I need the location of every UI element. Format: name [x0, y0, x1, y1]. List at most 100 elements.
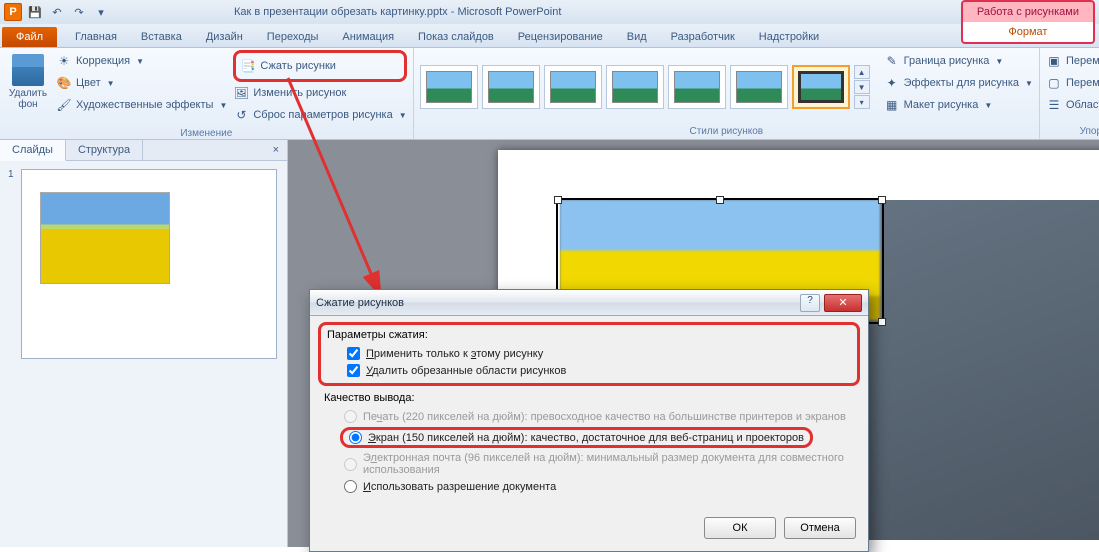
gallery-up-icon[interactable]: ▲: [854, 65, 870, 79]
color-button[interactable]: 🎨Цвет▼: [56, 72, 227, 94]
chevron-down-icon: ▼: [995, 57, 1003, 66]
tab-file[interactable]: Файл: [2, 27, 57, 47]
border-icon: ✎: [884, 53, 900, 69]
change-picture-button[interactable]: 🖼Изменить рисунок: [233, 82, 406, 104]
bring-forward-button[interactable]: ▣Переместить вперед: [1046, 50, 1099, 72]
artistic-effects-button[interactable]: 🖌Художественные эффекты▼: [56, 94, 227, 116]
effects-label: Эффекты для рисунка: [904, 77, 1019, 89]
save-icon[interactable]: 💾: [26, 3, 44, 21]
tab-review[interactable]: Рецензирование: [506, 27, 615, 47]
ribbon: Удалить фон ☀Коррекция▼ 🎨Цвет▼ 🖌Художест…: [0, 48, 1099, 140]
delete-cropped-checkbox[interactable]: Удалить обрезанные области рисунков: [327, 362, 851, 379]
chevron-down-icon: ▼: [107, 79, 115, 88]
dialog-titlebar[interactable]: Сжатие рисунков ? ✕: [310, 290, 868, 316]
send-backward-button[interactable]: ▢ Переместить назад: [1046, 72, 1099, 94]
layout-icon: ▦: [884, 97, 900, 113]
gallery-more-icon[interactable]: ▾: [854, 95, 870, 109]
checkbox[interactable]: [347, 364, 360, 377]
radio: [344, 458, 357, 471]
quality-screen-radio[interactable]: [349, 431, 362, 444]
thumbs-area: 1: [0, 161, 287, 547]
tab-slideshow[interactable]: Показ слайдов: [406, 27, 506, 47]
style-item[interactable]: [544, 65, 602, 109]
picture-layout-button[interactable]: ▦Макет рисунка▼: [884, 94, 1033, 116]
quality-print: Печать (220 пикселей на дюйм): превосход…: [324, 408, 854, 425]
tab-home[interactable]: Главная: [63, 27, 129, 47]
close-panel-icon[interactable]: ×: [265, 140, 287, 160]
group-arrange: ▣Переместить вперед ▢ Переместить назад ☰…: [1040, 48, 1099, 139]
selection-label: Область выделения: [1066, 99, 1099, 111]
tab-transitions[interactable]: Переходы: [255, 27, 331, 47]
window-title: Как в презентации обрезать картинку.pptx…: [234, 6, 561, 18]
remove-bg-icon: [12, 54, 44, 86]
border-label: Граница рисунка: [904, 55, 990, 67]
dialog-body: Параметры сжатия: Применить только к это…: [310, 316, 868, 509]
gallery-nav: ▲ ▼ ▾: [854, 65, 870, 109]
close-button[interactable]: ✕: [824, 294, 862, 312]
compress-highlight: 📑Сжать рисунки: [233, 50, 406, 82]
chevron-down-icon: ▼: [984, 101, 992, 110]
style-item[interactable]: [482, 65, 540, 109]
tab-animations[interactable]: Анимация: [330, 27, 406, 47]
qat-more-icon[interactable]: ▾: [92, 3, 110, 21]
style-item[interactable]: [730, 65, 788, 109]
thumb-image: [40, 192, 170, 284]
crop-handle[interactable]: [878, 318, 886, 326]
crop-handle[interactable]: [716, 196, 724, 204]
quality-screen-label[interactable]: Экран (150 пикселей на дюйм): качество, …: [368, 432, 804, 444]
tab-slides[interactable]: Слайды: [0, 140, 66, 161]
slides-panel: Слайды Структура × 1: [0, 140, 288, 547]
apply-only-checkbox[interactable]: Применить только к этому рисунку: [327, 345, 851, 362]
quality-email: Электронная почта (96 пикселей на дюйм):…: [324, 450, 854, 478]
corrections-button[interactable]: ☀Коррекция▼: [56, 50, 227, 72]
gallery-down-icon[interactable]: ▼: [854, 80, 870, 94]
style-item[interactable]: [668, 65, 726, 109]
dialog-buttons: ОК Отмена: [310, 509, 868, 551]
section-params: Параметры сжатия:: [327, 329, 851, 341]
style-item-selected[interactable]: [792, 65, 850, 109]
forward-icon: ▣: [1046, 53, 1062, 69]
compress-dialog: Сжатие рисунков ? ✕ Параметры сжатия: Пр…: [309, 289, 869, 552]
picture-border-button[interactable]: ✎ Граница рисунка ▼: [884, 50, 1033, 72]
tab-design[interactable]: Дизайн: [194, 27, 255, 47]
tab-insert[interactable]: Вставка: [129, 27, 194, 47]
chevron-down-icon: ▼: [219, 101, 227, 110]
group-styles: ▲ ▼ ▾ ✎ Граница рисунка ▼ ✦ Эффекты для рис…: [414, 48, 1040, 139]
artistic-label: Художественные эффекты: [76, 99, 213, 111]
context-title: Работа с рисунками: [961, 0, 1095, 22]
slide-number: 1: [8, 169, 14, 180]
backward-icon: ▢: [1046, 75, 1062, 91]
selection-pane-button[interactable]: ☰Область выделения: [1046, 94, 1099, 116]
effects-icon: ✦: [884, 75, 900, 91]
tab-format[interactable]: Формат: [961, 22, 1095, 44]
picture-styles-gallery: ▲ ▼ ▾: [420, 50, 870, 124]
compress-pictures-button[interactable]: 📑Сжать рисунки: [240, 55, 399, 77]
remove-background-button[interactable]: Удалить фон: [6, 50, 50, 126]
ok-button[interactable]: ОК: [704, 517, 776, 539]
slide-thumbnail[interactable]: [21, 169, 277, 359]
tab-view[interactable]: Вид: [615, 27, 659, 47]
style-item[interactable]: [606, 65, 664, 109]
dialog-title-text: Сжатие рисунков: [316, 297, 800, 309]
redo-icon[interactable]: ↷: [70, 3, 88, 21]
reset-label: Сброс параметров рисунка: [253, 109, 392, 121]
title-bar: P 💾 ↶ ↷ ▾ Как в презентации обрезать кар…: [0, 0, 1099, 24]
checkbox[interactable]: [347, 347, 360, 360]
help-button[interactable]: ?: [800, 294, 820, 312]
crop-handle[interactable]: [878, 196, 886, 204]
tab-developer[interactable]: Разработчик: [659, 27, 747, 47]
cancel-button[interactable]: Отмена: [784, 517, 856, 539]
style-item[interactable]: [420, 65, 478, 109]
backward-label: Переместить назад: [1066, 77, 1099, 89]
tab-addins[interactable]: Надстройки: [747, 27, 831, 47]
undo-icon[interactable]: ↶: [48, 3, 66, 21]
contextual-tab-group: Работа с рисунками Формат: [961, 0, 1095, 44]
tab-outline[interactable]: Структура: [66, 140, 143, 160]
radio[interactable]: [344, 480, 357, 493]
crop-handle[interactable]: [554, 196, 562, 204]
picture-effects-button[interactable]: ✦Эффекты для рисунка▼: [884, 72, 1033, 94]
quality-document[interactable]: Использовать разрешение документа: [324, 478, 854, 495]
change-picture-icon: 🖼: [233, 85, 249, 101]
reset-picture-button[interactable]: ↺Сброс параметров рисунка▼: [233, 104, 406, 126]
color-label: Цвет: [76, 77, 101, 89]
